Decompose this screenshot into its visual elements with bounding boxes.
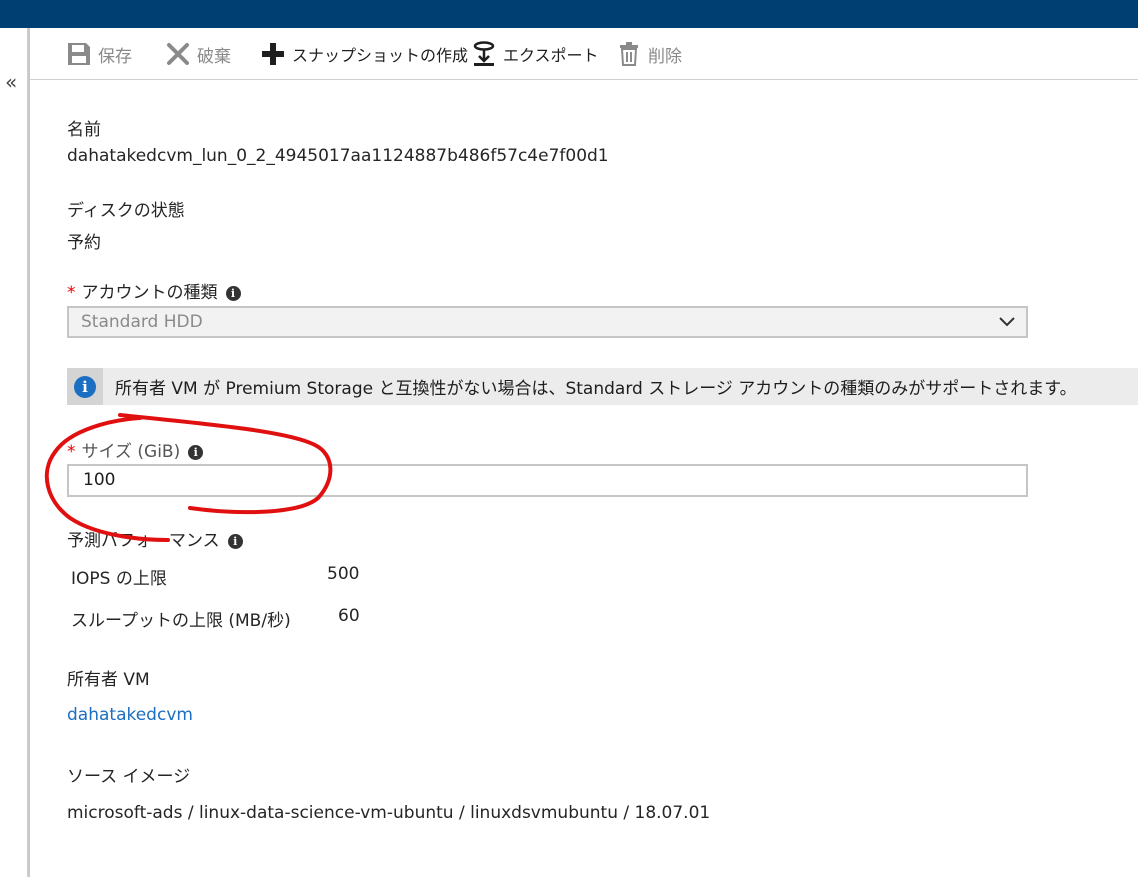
throughput-value: 60 xyxy=(338,606,360,626)
info-icon[interactable]: i xyxy=(227,534,243,549)
required-marker: * xyxy=(67,442,76,462)
owner-vm-link[interactable]: dahatakedcvm xyxy=(67,705,193,725)
save-icon xyxy=(68,43,90,65)
create-snapshot-button[interactable]: スナップショットの作成 xyxy=(260,41,468,67)
account-type-select[interactable]: Standard HDD xyxy=(67,306,1028,338)
top-bar xyxy=(0,0,1138,28)
size-label: * サイズ (GiB) i xyxy=(67,437,204,462)
disk-state-value: 予約 xyxy=(67,233,101,253)
iops-label: IOPS の上限 xyxy=(71,569,167,589)
delete-button[interactable]: 削除 xyxy=(616,41,682,67)
chevron-down-icon xyxy=(999,317,1015,327)
name-label: 名前 xyxy=(67,120,101,140)
discard-label: 破棄 xyxy=(197,46,231,67)
iops-value: 500 xyxy=(327,564,360,584)
size-label-text: サイズ (GiB) xyxy=(81,442,181,462)
info-circle-icon: i xyxy=(74,375,96,398)
info-banner-text: 所有者 VM が Premium Storage と互換性がない場合は、Stan… xyxy=(115,379,1077,399)
blade-divider xyxy=(28,28,30,877)
discard-button[interactable]: 破棄 xyxy=(165,41,231,67)
export-button[interactable]: エクスポート xyxy=(471,41,599,67)
info-banner: i 所有者 VM が Premium Storage と互換性がない場合は、St… xyxy=(67,368,1138,405)
account-type-label-text: アカウントの種類 xyxy=(81,283,218,303)
collapse-panel: « xyxy=(0,28,28,877)
command-toolbar: 保存 破棄 スナップショットの作成 エクスポート 削除 xyxy=(30,28,1138,80)
collapse-button[interactable]: « xyxy=(5,72,17,92)
source-image-value: microsoft-ads / linux-data-science-vm-ub… xyxy=(67,803,711,823)
owner-vm-label: 所有者 VM xyxy=(67,670,150,690)
export-label: エクスポート xyxy=(503,46,599,65)
required-marker: * xyxy=(67,283,76,303)
perf-label-text: 予測パフォーマンス xyxy=(67,531,220,551)
delete-label: 削除 xyxy=(648,46,682,67)
size-input[interactable]: 100 xyxy=(67,464,1028,497)
save-label: 保存 xyxy=(98,46,132,67)
name-value: dahatakedcvm_lun_0_2_4945017aa1124887b48… xyxy=(67,146,609,166)
perf-label: 予測パフォーマンス i xyxy=(67,526,243,551)
trash-icon xyxy=(620,42,638,66)
source-image-label: ソース イメージ xyxy=(67,767,191,787)
throughput-label: スループットの上限 (MB/秒) xyxy=(71,611,291,631)
discard-icon xyxy=(167,43,189,65)
plus-icon xyxy=(262,43,284,65)
info-icon[interactable]: i xyxy=(225,286,241,301)
size-input-value: 100 xyxy=(83,470,116,490)
info-icon[interactable]: i xyxy=(188,445,204,460)
account-type-label: * アカウントの種類 i xyxy=(67,278,241,303)
export-icon xyxy=(473,41,495,66)
create-snapshot-label: スナップショットの作成 xyxy=(292,46,469,65)
account-type-selected-value: Standard HDD xyxy=(81,312,203,332)
info-banner-icon-box: i xyxy=(67,368,103,405)
disk-state-label: ディスクの状態 xyxy=(67,201,185,221)
save-button[interactable]: 保存 xyxy=(66,41,132,67)
